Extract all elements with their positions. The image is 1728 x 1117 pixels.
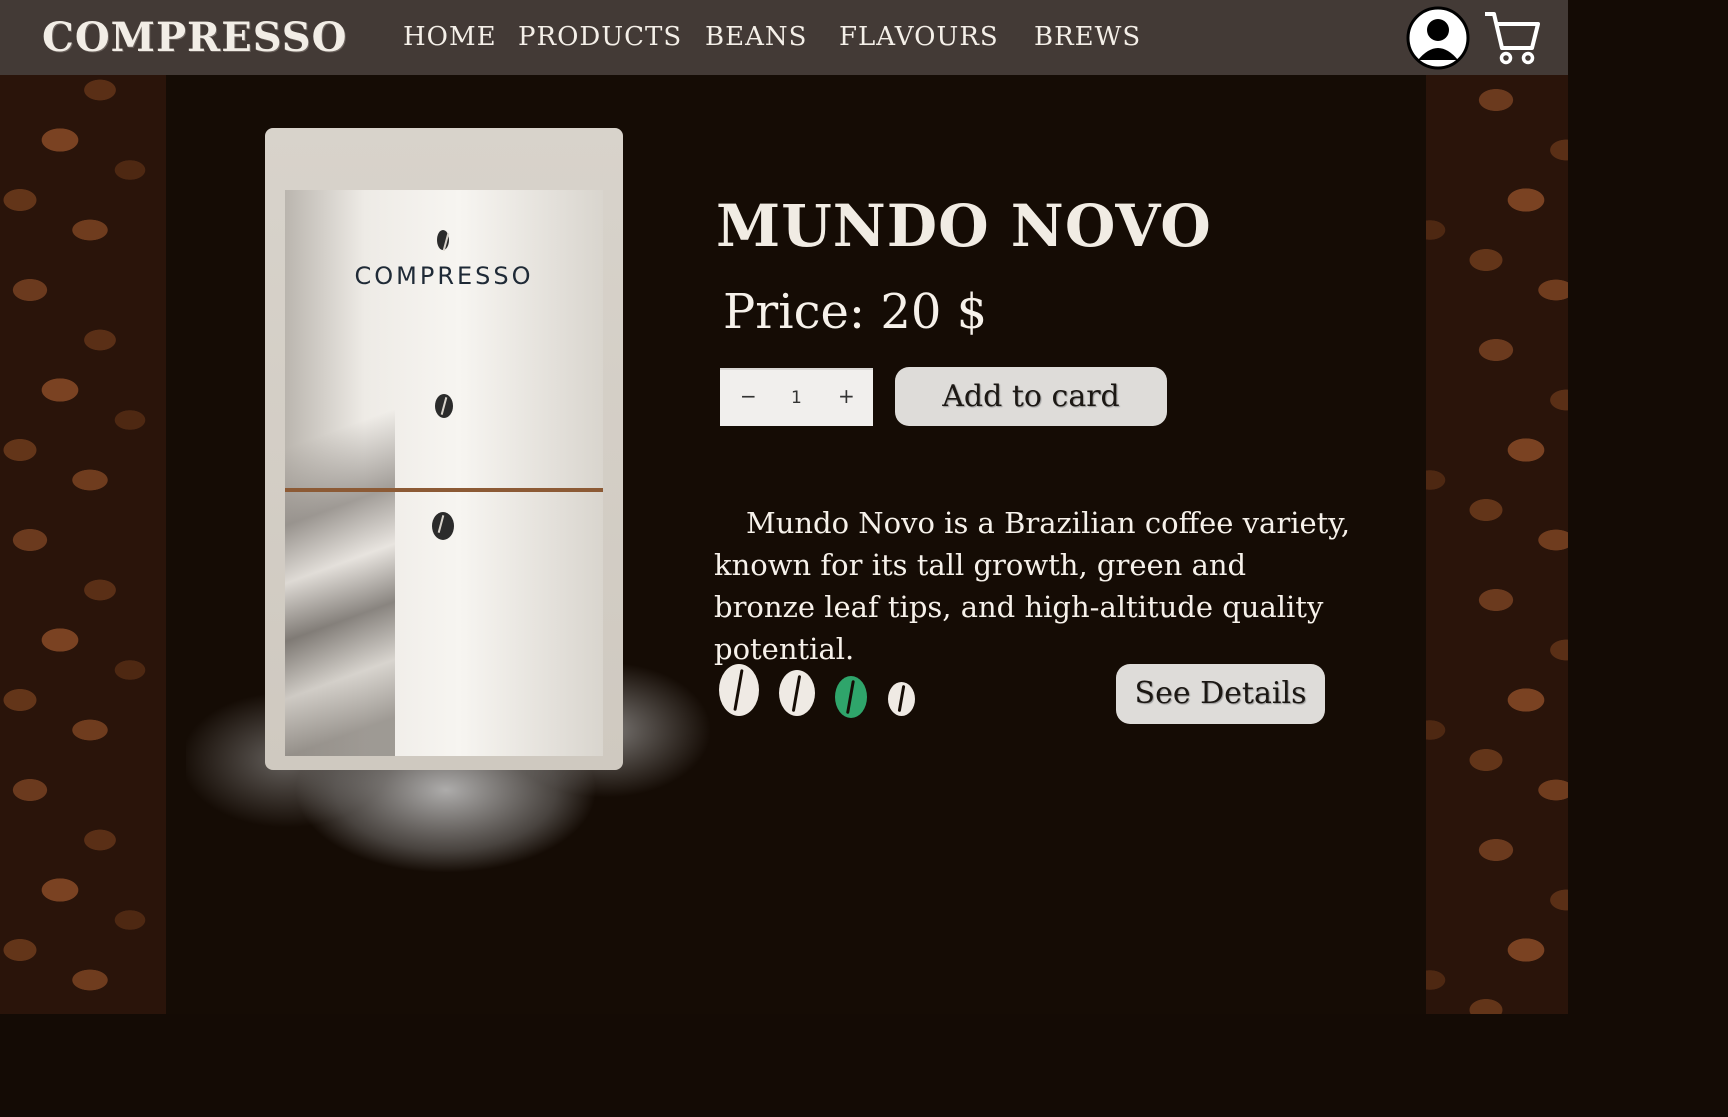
bag-bean-icon [437, 230, 449, 250]
roast-bean-icon-selected [835, 676, 867, 718]
roast-bean-icon [719, 664, 759, 716]
nav-flavours[interactable]: FLAVOURS [839, 22, 999, 52]
coffee-beans-background-left [0, 0, 166, 1014]
bag-bean-icon [432, 512, 454, 540]
add-to-cart-button[interactable]: Add to card [895, 367, 1167, 426]
nav-products[interactable]: PRODUCTS [518, 22, 682, 52]
quantity-decrease-button[interactable]: − [740, 384, 757, 408]
product-price: Price: 20 $ [723, 284, 988, 340]
quantity-value[interactable]: 1 [791, 388, 802, 408]
coffee-beans-background-right [1426, 0, 1568, 1014]
product-bag-image: COMPRESSO [265, 128, 623, 770]
product-title: MUNDO NOVO [716, 192, 1212, 260]
bag-brand-text: COMPRESSO [354, 262, 534, 290]
product-description: Mundo Novo is a Brazilian coffee variety… [714, 506, 1351, 666]
top-navigation-bar: COMPRESSO HOME PRODUCTS BEANS FLAVOURS B… [0, 0, 1568, 75]
user-account-icon[interactable] [1406, 6, 1470, 70]
roast-bean-icon [888, 682, 915, 716]
roast-bean-icon [779, 670, 815, 716]
site-logo[interactable]: COMPRESSO [42, 14, 348, 61]
see-details-button[interactable]: See Details [1116, 664, 1325, 724]
quantity-stepper: − 1 + [720, 368, 873, 426]
nav-home[interactable]: HOME [403, 22, 497, 52]
nav-brews[interactable]: BREWS [1034, 22, 1141, 52]
quantity-increase-button[interactable]: + [838, 384, 855, 408]
shopping-cart-icon[interactable] [1482, 8, 1542, 68]
bag-bean-icon [435, 394, 453, 418]
nav-beans[interactable]: BEANS [705, 22, 807, 52]
